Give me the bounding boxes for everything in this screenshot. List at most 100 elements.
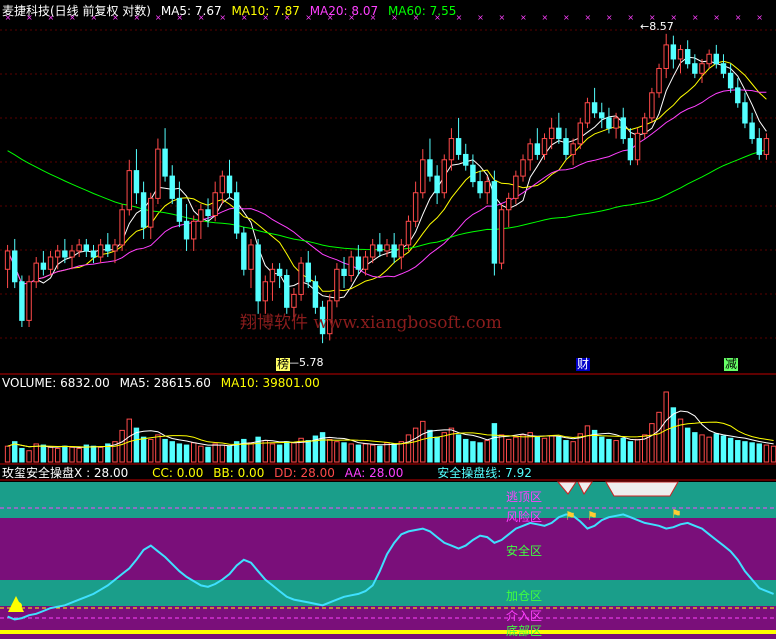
volume-bar: [441, 432, 447, 463]
candle-body: [642, 117, 648, 134]
candle-body: [577, 122, 584, 145]
volume-bar: [463, 438, 469, 463]
top-signal-mark: ×: [541, 13, 548, 22]
ma20-readout: MA20: 8.07: [310, 4, 378, 18]
candle-body: [126, 170, 132, 211]
candle-body: [119, 209, 125, 246]
volume-bar: [627, 441, 634, 463]
volume-bar: [334, 441, 340, 463]
candle-body: [556, 127, 562, 140]
ma10-readout: MA10: 7.87: [231, 4, 299, 18]
candle-body: [90, 250, 97, 258]
marker-cai[interactable]: 财: [576, 358, 591, 371]
candle-body: [627, 138, 634, 161]
candle-body: [541, 138, 548, 155]
candle-body: [47, 256, 54, 270]
price-panel-header: 麦捷科技(日线 前复权 对数) MA5: 7.67 MA10: 7.87 MA2…: [2, 4, 462, 18]
volume-bar: [634, 438, 641, 463]
volume-bar: [427, 429, 433, 463]
volume-bar: [563, 440, 569, 463]
volume-bar: [735, 440, 741, 463]
aa-readout: AA: 28.00: [344, 466, 404, 480]
exit-signal-icon: ⚑: [671, 507, 682, 521]
candle-body: [97, 244, 104, 258]
volume-bar: [4, 445, 11, 463]
candle-body: [241, 232, 247, 270]
volume-bar: [219, 444, 226, 463]
candle-body: [219, 175, 226, 194]
volume-bar: [262, 440, 269, 463]
ma10-label: MA10:: [231, 4, 270, 18]
low-price-label: —5.78: [288, 356, 324, 369]
escape-signal: [605, 481, 679, 497]
volume-bar: [90, 445, 97, 463]
candle-body: [312, 281, 319, 308]
top-signal-mark: ×: [735, 13, 742, 22]
volume-bar: [534, 436, 541, 463]
candle-body: [563, 138, 569, 155]
ma60-readout: MA60: 7.55: [388, 4, 456, 18]
volume-bar: [763, 444, 770, 463]
candle-body: [276, 268, 283, 276]
volume-bar: [47, 446, 54, 463]
volume-bar: [699, 434, 705, 463]
top-signal-mark: ×: [584, 13, 591, 22]
candle-body: [226, 175, 233, 194]
volume-panel-header: VOLUME: 6832.00 MA5: 28615.60 MA10: 3980…: [2, 376, 326, 390]
candle-body: [62, 250, 68, 258]
volume-bar: [656, 411, 662, 463]
volume-bar: [291, 442, 297, 463]
zone-safe: [0, 518, 776, 580]
candle-body: [677, 49, 684, 60]
volume-bar: [62, 445, 68, 463]
candle-body: [606, 117, 612, 129]
marker-bang[interactable]: 榜: [276, 358, 291, 371]
volume-bar: [205, 446, 211, 463]
candle-body: [40, 262, 47, 270]
volume-bar: [176, 443, 183, 463]
candle-body: [763, 138, 770, 155]
candle-body: [284, 274, 290, 308]
candle-body: [427, 159, 433, 177]
volume-bar: [26, 450, 32, 463]
candle-body: [19, 281, 25, 321]
volume-bar: [248, 442, 254, 463]
candle-body: [692, 63, 698, 74]
candle-body: [377, 244, 383, 252]
candle-body: [69, 250, 75, 258]
candle-body: [4, 250, 11, 270]
volume-bar: [269, 443, 276, 463]
volume-bar: [183, 444, 190, 463]
volume-bar: [69, 446, 75, 463]
volume-bar: [169, 441, 175, 463]
ma10-value: 7.87: [273, 4, 300, 18]
candle-body: [305, 262, 311, 283]
ma20-value: 8.07: [351, 4, 379, 18]
volume-bar: [76, 447, 82, 463]
candle-body: [169, 175, 175, 199]
candle-body: [269, 268, 276, 283]
volume-bar: [420, 420, 426, 463]
volume-bar: [19, 447, 25, 463]
candle-body: [584, 102, 591, 124]
candle-body: [334, 268, 340, 302]
candle-body: [649, 92, 655, 119]
candle-body: [534, 143, 541, 155]
candle-body: [706, 53, 712, 65]
volume-bar: [470, 441, 476, 463]
volume-bar: [520, 434, 526, 463]
candle-body: [513, 175, 519, 199]
volume-bar: [212, 443, 218, 463]
top-signal-mark: ×: [606, 13, 613, 22]
volume-bar: [649, 423, 655, 463]
volume-label: VOLUME:: [2, 376, 57, 390]
candle-body: [83, 244, 90, 252]
marker-jian[interactable]: 减: [724, 358, 739, 371]
candle-body: [613, 117, 619, 129]
volume-bar: [613, 440, 619, 463]
candle-body: [33, 262, 39, 283]
indicator-panel-header: 玫玺安全操盘X : 28.00 CC: 0.00 BB: 0.00 DD: 28…: [2, 466, 538, 480]
volume-bar: [742, 441, 748, 463]
volume-bar: [40, 444, 47, 463]
exit-signal-icon: ⚑: [565, 509, 576, 523]
